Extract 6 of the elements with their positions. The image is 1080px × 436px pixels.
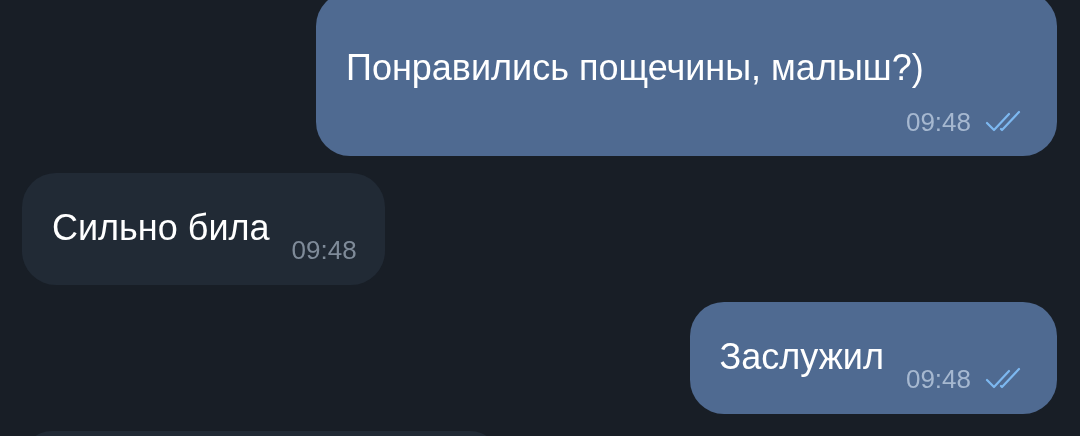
message-text: Сильно била [52, 206, 270, 250]
message-time: 09:48 [905, 106, 971, 139]
message-time: 09:48 [291, 234, 357, 267]
message-text: Заслужил [719, 335, 884, 379]
message-time: 09:48 [905, 363, 971, 396]
message-text: Понравились пощечины, малыш?) [346, 46, 924, 90]
